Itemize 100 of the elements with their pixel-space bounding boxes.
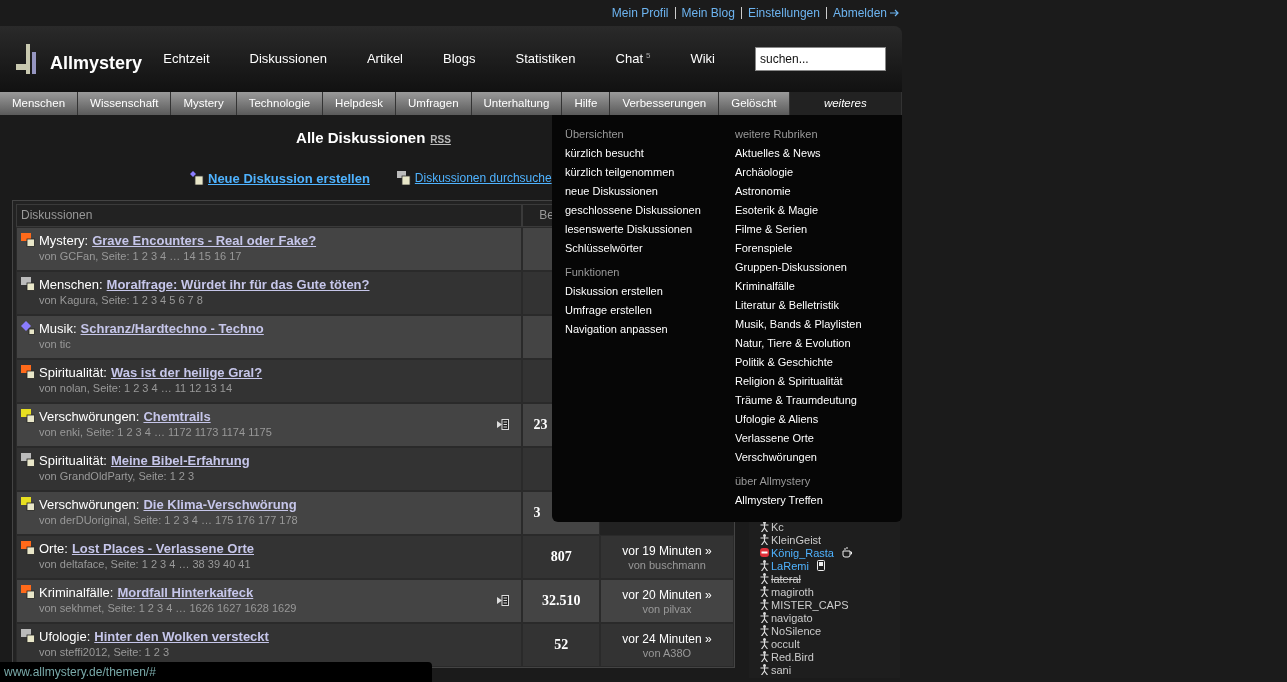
user-link[interactable]: occult bbox=[771, 637, 800, 650]
user-link[interactable]: magiroth bbox=[771, 585, 814, 598]
last-reply-author: von A38O bbox=[642, 646, 692, 659]
topic-link[interactable]: Die Klima-Verschwörung bbox=[143, 496, 297, 512]
topic-category: Menschen: bbox=[39, 276, 103, 292]
nav-link[interactable]: Diskussionen bbox=[249, 51, 327, 67]
topic-category: Ufologie: bbox=[39, 628, 91, 644]
last-reply-link[interactable]: vor 19 Minuten » bbox=[622, 543, 712, 558]
topic-category: Orte: bbox=[39, 540, 68, 556]
search-field[interactable]: suchen... bbox=[755, 47, 886, 71]
site-logo[interactable]: Allmystery bbox=[50, 53, 143, 74]
topic-category: Spiritualität: bbox=[39, 452, 107, 468]
user-link[interactable]: König_Rasta bbox=[771, 546, 834, 559]
menu-item[interactable]: Ufologie & Aliens bbox=[735, 410, 819, 429]
menu-item[interactable]: Navigation anpassen bbox=[565, 320, 668, 339]
topic-category: Verschwörungen: bbox=[39, 496, 140, 512]
user-link[interactable]: navigato bbox=[771, 611, 813, 624]
nav-link[interactable]: Echtzeit bbox=[163, 51, 210, 67]
top-link[interactable]: Mein Profil bbox=[611, 6, 669, 20]
menu-item[interactable]: Politik & Geschichte bbox=[735, 353, 833, 372]
menu-item[interactable]: Allmystery Treffen bbox=[735, 491, 823, 510]
menu-heading: über Allmystery bbox=[735, 474, 811, 489]
menu-item[interactable]: Umfrage erstellen bbox=[565, 301, 652, 320]
menu-item[interactable]: Verschwörungen bbox=[735, 448, 817, 467]
nav-link[interactable]: Chat $^{5}$ bbox=[615, 51, 651, 67]
menu-item[interactable]: Aktuelles & News bbox=[735, 144, 821, 163]
top-link[interactable]: Mein Blog bbox=[681, 6, 735, 20]
menu-item[interactable]: Träume & Traumdeutung bbox=[735, 391, 857, 410]
nav-link[interactable]: Wiki bbox=[690, 51, 715, 67]
last-reply-link[interactable]: vor 20 Minuten » bbox=[622, 587, 712, 602]
topic-meta: von derDUoriginal, Seite: 1 2 3 4 … 175 176 177 178 bbox=[38, 514, 299, 526]
category-tab[interactable]: Wissenschaft bbox=[78, 92, 172, 115]
category-tab[interactable]: Helpdesk bbox=[323, 92, 397, 115]
topic-meta: von enki, Seite: 1 2 3 4 … 1172 1173 1174 1175 bbox=[38, 426, 273, 438]
top-link[interactable]: Abmelden bbox=[832, 6, 887, 20]
topic-link[interactable]: Meine Bibel-Erfahrung bbox=[110, 452, 250, 468]
nav-link[interactable]: Artikel bbox=[366, 51, 403, 67]
menu-item[interactable]: Esoterik & Magie bbox=[735, 201, 819, 220]
menu-item[interactable]: Astronomie bbox=[735, 182, 791, 201]
action-link[interactable]: Neue Diskussion erstellen bbox=[208, 170, 370, 186]
menu-item[interactable]: Gruppen-Diskussionen bbox=[735, 258, 847, 277]
topic-link[interactable]: Lost Places - Verlassene Orte bbox=[71, 540, 254, 556]
post-count: 52 bbox=[522, 623, 600, 667]
post-count: 32.510 bbox=[522, 579, 600, 623]
topic-meta: von GrandOldParty, Seite: 1 2 3 bbox=[38, 470, 196, 482]
menu-item[interactable]: Archäologie bbox=[735, 163, 794, 182]
topic-link[interactable]: Was ist der heilige Gral? bbox=[110, 364, 263, 380]
nav-link[interactable]: Statistiken bbox=[515, 51, 576, 67]
nav-link[interactable]: Blogs bbox=[443, 51, 476, 67]
topic-link[interactable]: Grave Encounters - Real oder Fake? bbox=[92, 232, 317, 248]
category-tab[interactable]: Technologie bbox=[236, 92, 324, 115]
menu-item[interactable]: Musik, Bands & Playlisten bbox=[735, 315, 862, 334]
user-link[interactable]: lateral bbox=[771, 572, 801, 585]
topic-category: Mystery: bbox=[39, 232, 89, 248]
top-link[interactable]: Einstellungen bbox=[747, 6, 820, 20]
last-reply-author: von buschmann bbox=[628, 558, 706, 571]
category-tab[interactable]: Umfragen bbox=[396, 92, 472, 115]
topic-category: Musik: bbox=[39, 320, 77, 336]
user-link[interactable]: LaRemi bbox=[771, 559, 809, 572]
column-header: Diskussionen bbox=[16, 204, 523, 227]
topic-link[interactable]: Hinter den Wolken versteckt bbox=[94, 628, 269, 644]
category-tab[interactable]: Mystery bbox=[171, 92, 237, 115]
menu-item[interactable]: Natur, Tiere & Evolution bbox=[735, 334, 851, 353]
topic-link[interactable]: Mordfall Hinterkaifeck bbox=[117, 584, 254, 600]
topic-category: Verschwörungen: bbox=[39, 408, 140, 424]
topic-meta: von steffi2012, Seite: 1 2 3 bbox=[38, 646, 171, 658]
topic-meta: von GCFan, Seite: 1 2 3 4 … 14 15 16 17 bbox=[38, 250, 243, 262]
menu-item[interactable]: kürzlich besucht bbox=[565, 144, 644, 163]
topic-link[interactable]: Schranz/Hardtechno - Techno bbox=[80, 320, 264, 336]
user-link[interactable]: sani bbox=[771, 663, 792, 676]
user-link[interactable]: KleinGeist bbox=[771, 533, 822, 546]
topic-meta: von deltaface, Seite: 1 2 3 4 … 38 39 40 41 bbox=[38, 558, 252, 570]
category-tab[interactable]: weiteres bbox=[789, 92, 902, 115]
menu-item[interactable]: Diskussion erstellen bbox=[565, 282, 663, 301]
user-link[interactable]: Red.Bird bbox=[771, 650, 814, 663]
topic-link[interactable]: Moralfrage: Würdet ihr für das Gute töten? bbox=[106, 276, 370, 292]
action-link[interactable]: Diskussionen durchsuche bbox=[414, 171, 552, 185]
user-link[interactable]: Kc bbox=[771, 520, 784, 533]
menu-item[interactable]: kürzlich teilgenommen bbox=[565, 163, 675, 182]
status-url: www.allmystery.de/themen/# bbox=[4, 665, 156, 679]
user-link[interactable]: MISTER_CAPS bbox=[771, 598, 849, 611]
menu-item[interactable]: Forenspiele bbox=[735, 239, 793, 258]
last-reply-link[interactable]: vor 24 Minuten » bbox=[622, 631, 712, 646]
page-title: Alle Diskussionen bbox=[296, 129, 426, 146]
rss-link[interactable]: RSS bbox=[430, 134, 451, 145]
post-count: 807 bbox=[522, 535, 600, 579]
menu-item[interactable]: Filme & Serien bbox=[735, 220, 808, 239]
menu-item[interactable]: Verlassene Orte bbox=[735, 429, 814, 448]
menu-item[interactable]: Religion & Spiritualität bbox=[735, 372, 843, 391]
menu-item[interactable]: neue Diskussionen bbox=[565, 182, 658, 201]
menu-item[interactable]: Literatur & Belletristik bbox=[735, 296, 839, 315]
last-reply-author: von pilvax bbox=[642, 602, 692, 615]
topic-category: Spiritualität: bbox=[39, 364, 107, 380]
user-link[interactable]: NoSilence bbox=[771, 624, 822, 637]
topic-category: Kriminalfälle: bbox=[39, 584, 114, 600]
topic-meta: von sekhmet, Seite: 1 2 3 4 … 1626 1627 1628 1629 bbox=[38, 602, 298, 614]
menu-item[interactable]: Schlüsselwörter bbox=[565, 239, 643, 258]
menu-item[interactable]: Kriminalfälle bbox=[735, 277, 795, 296]
topic-link[interactable]: Chemtrails bbox=[143, 408, 211, 424]
category-tab[interactable]: Menschen bbox=[0, 92, 79, 115]
